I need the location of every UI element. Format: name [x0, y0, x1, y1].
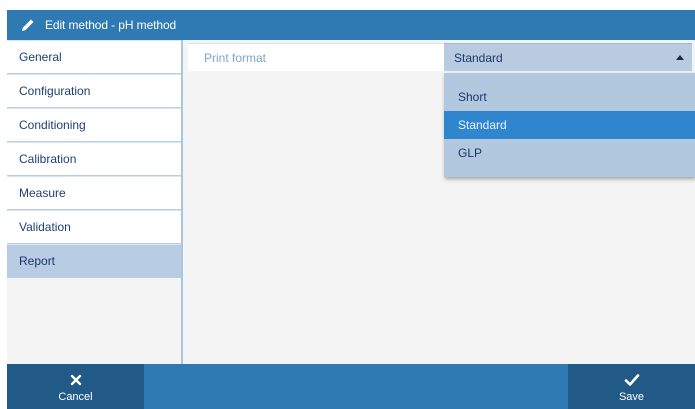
dropdown-option-glp[interactable]: GLP — [444, 139, 695, 167]
sidebar-item-validation[interactable]: Validation — [7, 210, 181, 244]
sidebar-item-label: Validation — [19, 220, 71, 234]
bottom-bar: Cancel Save — [7, 364, 695, 409]
save-button[interactable]: Save — [568, 364, 695, 409]
sidebar-item-configuration[interactable]: Configuration — [7, 74, 181, 108]
print-format-label: Print format — [188, 43, 444, 71]
content-panel: Print format Standard Short Standard GLP — [185, 40, 695, 364]
title-bar: Edit method - pH method — [7, 10, 695, 40]
save-label: Save — [618, 390, 645, 403]
cancel-button[interactable]: Cancel — [7, 364, 144, 409]
sidebar-item-label: General — [19, 50, 62, 64]
sidebar: General Configuration Conditioning Calib… — [7, 40, 183, 364]
sidebar-item-report[interactable]: Report — [7, 244, 181, 278]
dropdown-option-short[interactable]: Short — [444, 83, 695, 111]
sidebar-item-calibration[interactable]: Calibration — [7, 142, 181, 176]
main-frame: General Configuration Conditioning Calib… — [7, 40, 695, 364]
sidebar-item-label: Measure — [19, 186, 66, 200]
sidebar-item-label: Report — [19, 254, 56, 268]
dropdown-option-standard[interactable]: Standard — [444, 111, 695, 139]
close-icon — [70, 371, 82, 389]
print-format-row: Print format Standard — [188, 43, 692, 71]
window-title: Edit method - pH method — [45, 18, 177, 32]
cancel-label: Cancel — [58, 390, 93, 403]
sidebar-item-conditioning[interactable]: Conditioning — [7, 108, 181, 142]
sidebar-item-label: Configuration — [19, 84, 91, 98]
print-format-value: Standard — [454, 50, 503, 65]
sidebar-item-measure[interactable]: Measure — [7, 176, 181, 210]
sidebar-item-label: Conditioning — [19, 118, 86, 132]
checkmark-icon — [624, 371, 640, 389]
sidebar-item-general[interactable]: General — [7, 40, 181, 74]
print-format-dropdown: Short Standard GLP — [444, 73, 695, 177]
pencil-icon — [17, 14, 39, 36]
sidebar-item-label: Calibration — [19, 152, 77, 166]
caret-up-icon — [676, 55, 684, 60]
print-format-select[interactable]: Standard — [444, 43, 692, 71]
